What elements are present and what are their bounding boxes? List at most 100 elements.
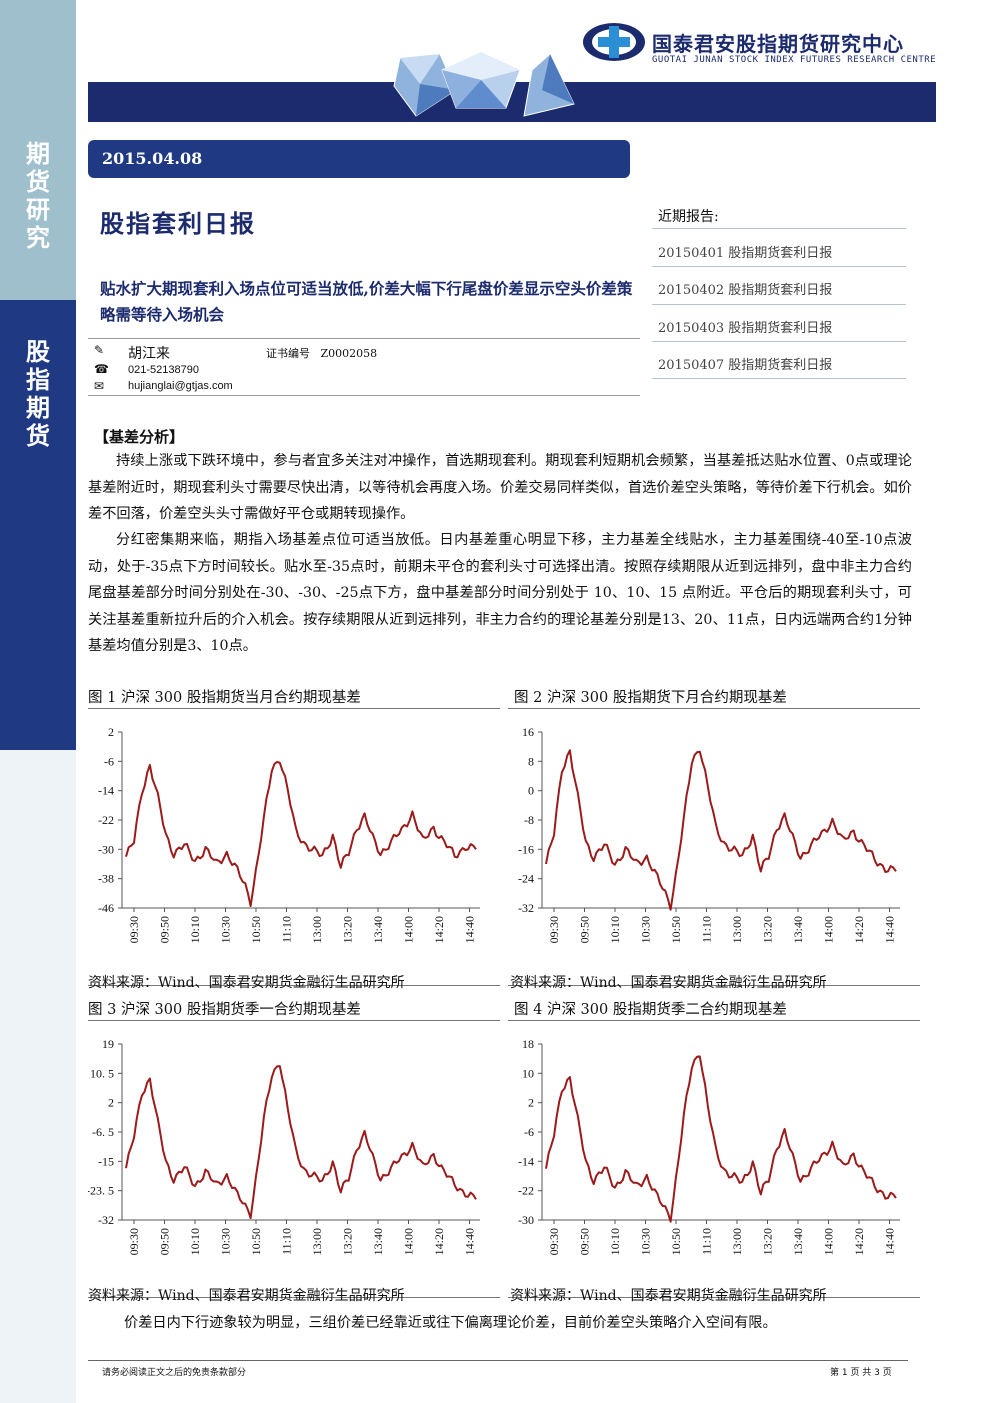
report-date: 2015.04.08 <box>88 140 630 178</box>
recent-divider <box>652 228 906 229</box>
figure-4-title: 图 4 沪深 300 股指期货季二合约期现基差 <box>514 1002 787 1018</box>
y-tick-label: -22 <box>98 813 114 827</box>
figure-3-title: 图 3 沪深 300 股指期货季一合约期现基差 <box>88 1002 361 1018</box>
report-title: 股指套利日报 <box>100 210 256 238</box>
author-email[interactable]: hujianglai@gtjas.com <box>128 380 233 392</box>
recent-report-item[interactable]: 20150407 股指期货套利日报 <box>658 354 832 373</box>
x-tick-label: 14:40 <box>883 1228 897 1255</box>
y-tick-label: -6 <box>524 1125 534 1139</box>
x-tick-label: 14:20 <box>432 916 446 943</box>
x-tick-label: 10:50 <box>669 916 683 943</box>
y-tick-label: -38 <box>98 872 114 886</box>
x-tick-label: 11:10 <box>280 1228 294 1255</box>
x-tick-label: 13:00 <box>730 916 744 943</box>
x-tick-label: 10:10 <box>188 1228 202 1255</box>
x-tick-label: 09:50 <box>578 1228 592 1255</box>
x-tick-label: 09:30 <box>547 1228 561 1255</box>
recent-report-item[interactable]: 20150402 股指期货套利日报 <box>658 279 832 298</box>
x-tick-label: 09:30 <box>127 1228 141 1255</box>
sidebar-char: 货 <box>26 168 50 196</box>
sidebar-bottom-panel <box>0 750 76 1403</box>
x-tick-label: 10:30 <box>219 916 233 943</box>
x-tick-label: 13:20 <box>341 1228 355 1255</box>
paragraph-1: 持续上涨或下跌环境中，参与者宜多关注对冲操作，首选期现套利。期现套利短期机会频繁… <box>88 453 912 522</box>
x-tick-label: 14:20 <box>852 1228 866 1255</box>
y-tick-label: -24 <box>518 872 534 886</box>
y-tick-label: 18 <box>522 1037 534 1051</box>
org-name-en: GUOTAI JUNAN STOCK INDEX FUTURES RESEARC… <box>652 55 937 65</box>
recent-divider <box>652 304 906 305</box>
y-tick-label: -22 <box>518 1184 534 1198</box>
x-tick-label: 10:10 <box>608 916 622 943</box>
y-tick-label: -6. 5 <box>92 1125 114 1139</box>
author-name: 胡江来 <box>128 346 170 362</box>
right-diamond-icon <box>523 53 575 117</box>
y-tick-label: -15 <box>98 1154 114 1168</box>
x-tick-label: 09:50 <box>158 1228 172 1255</box>
y-tick-label: -6 <box>104 754 114 768</box>
basis-series-line <box>545 749 897 911</box>
x-tick-label: 09:50 <box>158 916 172 943</box>
figure-4-source: 资料来源：Wind、国泰君安期货金融衍生品研究所 <box>510 1288 827 1304</box>
x-tick-label: 10:50 <box>669 1228 683 1255</box>
sidebar-char: 期 <box>26 394 50 422</box>
closing-paragraph: 价差日内下行迹象较为明显，三组价差已经靠近或往下偏离理论价差，目前价差空头策略介… <box>124 1315 777 1331</box>
y-tick-label: 2 <box>108 725 114 739</box>
cert-number: Z0002058 <box>320 347 378 360</box>
sidebar-char: 股 <box>26 338 50 366</box>
figure-3-source: 资料来源：Wind、国泰君安期货金融衍生品研究所 <box>88 1288 405 1304</box>
x-tick-label: 10:10 <box>608 1228 622 1255</box>
x-tick-label: 09:30 <box>547 916 561 943</box>
y-tick-label: 10. 5 <box>90 1066 114 1080</box>
recent-divider <box>652 341 906 342</box>
y-tick-label: -32 <box>98 1213 114 1227</box>
y-tick-label: -46 <box>98 901 114 915</box>
x-tick-label: 14:40 <box>883 916 897 943</box>
y-tick-label: 19 <box>102 1037 114 1051</box>
x-tick-label: 11:10 <box>700 1228 714 1255</box>
recent-report-item[interactable]: 20150403 股指期货套利日报 <box>658 317 832 336</box>
footer-disclaimer[interactable]: 请务必阅读正文之后的免责条款部分 <box>102 1365 246 1378</box>
y-tick-label: 8 <box>528 754 534 768</box>
recent-report-item[interactable]: 20150401 股指期货套利日报 <box>658 242 832 261</box>
recent-reports-title: 近期报告: <box>658 209 719 225</box>
x-tick-label: 10:50 <box>249 916 263 943</box>
x-tick-label: 14:20 <box>852 916 866 943</box>
y-tick-label: 0 <box>528 784 534 798</box>
figure-3-chart: 19 10. 5 2 -6. 5 -15 -23. 5 -32 09:30 09:50 10:10… <box>88 1037 480 1255</box>
y-tick-label: -23. 5 <box>88 1184 114 1198</box>
recent-divider <box>652 378 906 379</box>
figure-1-source: 资料来源：Wind、国泰君安期货金融衍生品研究所 <box>88 975 405 991</box>
org-name-cn: 国泰君安股指期货研究中心 <box>652 32 904 56</box>
footer-page-number: 第 1 页 共 3 页 <box>830 1368 892 1378</box>
x-tick-label: 09:50 <box>578 916 592 943</box>
report-headline: 贴水扩大期现套利入场点位可适当放低,价差大幅下行尾盘价差显示空头价差策略需等待入… <box>100 279 633 324</box>
x-tick-label: 14:40 <box>463 916 477 943</box>
y-tick-label: -16 <box>518 842 534 856</box>
y-tick-label: -14 <box>98 784 114 798</box>
x-tick-label: 10:30 <box>639 916 653 943</box>
figure-4-chart: 18 10 2 -6 -14 -22 -30 09:30 09:50 10:10 10:30 10:5… <box>518 1037 900 1255</box>
x-tick-label: 14:40 <box>463 1228 477 1255</box>
y-tick-label: -30 <box>98 842 114 856</box>
x-tick-label: 13:20 <box>761 916 775 943</box>
x-tick-label: 10:30 <box>639 1228 653 1255</box>
sidebar-char: 指 <box>26 366 50 394</box>
sidebar-label-futures-research: 期货研究 <box>0 140 76 252</box>
section-title-basis: 【基差分析】 <box>94 428 185 446</box>
author-divider-bottom <box>88 395 640 396</box>
figure-2-source: 资料来源：Wind、国泰君安期货金融衍生品研究所 <box>510 975 827 991</box>
y-tick-label: -8 <box>524 813 534 827</box>
basis-series-line <box>545 1055 897 1223</box>
sidebar-label-stock-index-futures: 股指期货 <box>0 338 76 450</box>
author-cert: 证书编号 Z0002058 <box>266 345 377 361</box>
x-tick-label: 11:10 <box>700 916 714 943</box>
x-tick-label: 13:20 <box>761 1228 775 1255</box>
figure-2-title: 图 2 沪深 300 股指期货下月合约期现基差 <box>514 690 787 706</box>
recent-divider <box>652 266 906 267</box>
x-tick-label: 13:00 <box>730 1228 744 1255</box>
figure-1-title: 图 1 沪深 300 股指期货当月合约期现基差 <box>88 690 361 706</box>
footer-divider <box>88 1360 908 1361</box>
author-divider-top <box>88 338 640 339</box>
x-tick-label: 13:40 <box>791 1228 805 1255</box>
